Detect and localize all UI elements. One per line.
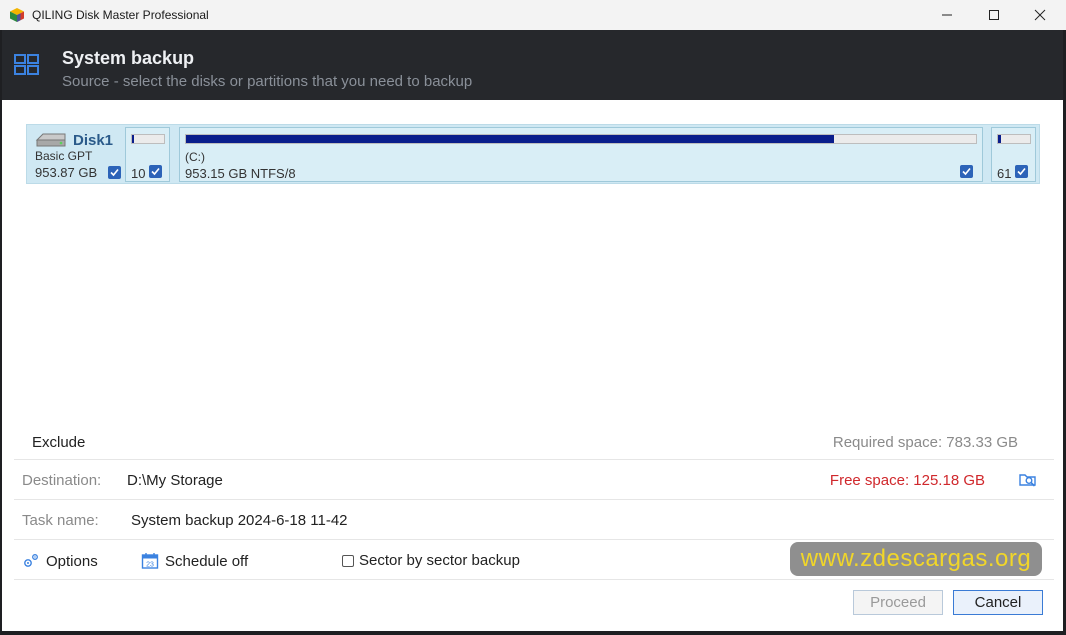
layout-grid-icon — [14, 54, 39, 75]
partition-usage-fill — [132, 135, 134, 143]
options-button[interactable]: Options — [22, 552, 98, 570]
main-content: Disk1 Basic GPT 953.87 GB 10 (C:) 953.15… — [2, 100, 1063, 631]
check-icon — [1017, 167, 1026, 176]
page-subtitle: Source - select the disks or partitions … — [62, 73, 473, 90]
disk-type: Basic GPT — [35, 149, 93, 163]
maximize-icon — [989, 10, 999, 20]
divider — [14, 579, 1054, 580]
partition-checkbox[interactable] — [149, 165, 162, 178]
partition-usage-fill — [998, 135, 1002, 143]
app-logo-icon — [10, 8, 24, 22]
partition-checkbox[interactable] — [960, 165, 973, 178]
watermark: www.zdescargas.org — [790, 542, 1042, 576]
required-space: Required space: 783.33 GB — [832, 434, 1018, 451]
destination-path[interactable]: D:\My Storage — [127, 472, 223, 489]
divider — [14, 459, 1054, 460]
browse-folder-icon[interactable] — [1019, 470, 1037, 488]
minimize-button[interactable] — [924, 0, 970, 30]
partition-tile[interactable]: (C:) 953.15 GB NTFS/8 — [179, 127, 983, 182]
check-icon — [151, 167, 160, 176]
title-bar: QILING Disk Master Professional — [0, 0, 1066, 30]
check-icon — [110, 168, 119, 177]
gear-icon — [24, 554, 38, 567]
schedule-button[interactable]: 23 Schedule off — [141, 552, 248, 570]
hard-disk-icon — [35, 133, 66, 147]
page-header: System backup Source - select the disks … — [2, 30, 1063, 100]
window-title: QILING Disk Master Professional — [32, 8, 209, 22]
partition-label: (C:) — [185, 150, 205, 164]
sector-by-sector-option[interactable]: Sector by sector backup — [342, 552, 520, 569]
disk-size: 953.87 GB — [35, 165, 98, 180]
maximize-button[interactable] — [971, 0, 1017, 30]
options-label: Options — [46, 552, 98, 570]
calendar-day: 23 — [146, 562, 154, 569]
disk-row[interactable]: Disk1 Basic GPT 953.87 GB 10 (C:) 953.15… — [26, 124, 1040, 184]
calendar-icon: 23 — [141, 553, 159, 569]
close-icon — [1034, 9, 1046, 21]
close-button[interactable] — [1017, 0, 1063, 30]
task-name-label: Task name: — [22, 512, 99, 529]
cancel-button[interactable]: Cancel — [953, 590, 1043, 615]
task-name-value[interactable]: System backup 2024-6-18 11-42 — [131, 512, 348, 529]
partition-usage-bar — [185, 134, 977, 144]
divider — [14, 539, 1054, 540]
disk-info[interactable]: Disk1 Basic GPT 953.87 GB — [33, 129, 125, 181]
schedule-label: Schedule off — [165, 552, 249, 570]
exclude-link[interactable]: Exclude — [32, 434, 85, 451]
disk-name: Disk1 — [73, 132, 114, 149]
free-space: Free space: 125.18 GB — [829, 472, 985, 489]
page-title: System backup — [62, 48, 195, 68]
proceed-button[interactable]: Proceed — [853, 590, 943, 615]
partition-tile[interactable]: 10 — [125, 127, 170, 182]
partition-size: 61 — [997, 166, 1012, 181]
sector-by-sector-checkbox[interactable] — [342, 554, 354, 567]
minimize-icon — [942, 14, 952, 16]
check-icon — [962, 167, 971, 176]
partition-usage-fill — [186, 135, 834, 143]
partition-usage-bar — [131, 134, 165, 144]
partition-usage-bar — [997, 134, 1031, 144]
destination-label: Destination: — [22, 472, 102, 489]
partition-size: 10 — [131, 166, 146, 181]
partition-checkbox[interactable] — [1015, 165, 1028, 178]
disk-checkbox[interactable] — [108, 166, 121, 179]
partition-tile[interactable]: 61 — [991, 127, 1036, 182]
divider — [14, 499, 1054, 500]
sector-by-sector-label: Sector by sector backup — [359, 552, 520, 569]
partition-size: 953.15 GB NTFS/8 — [185, 166, 296, 181]
